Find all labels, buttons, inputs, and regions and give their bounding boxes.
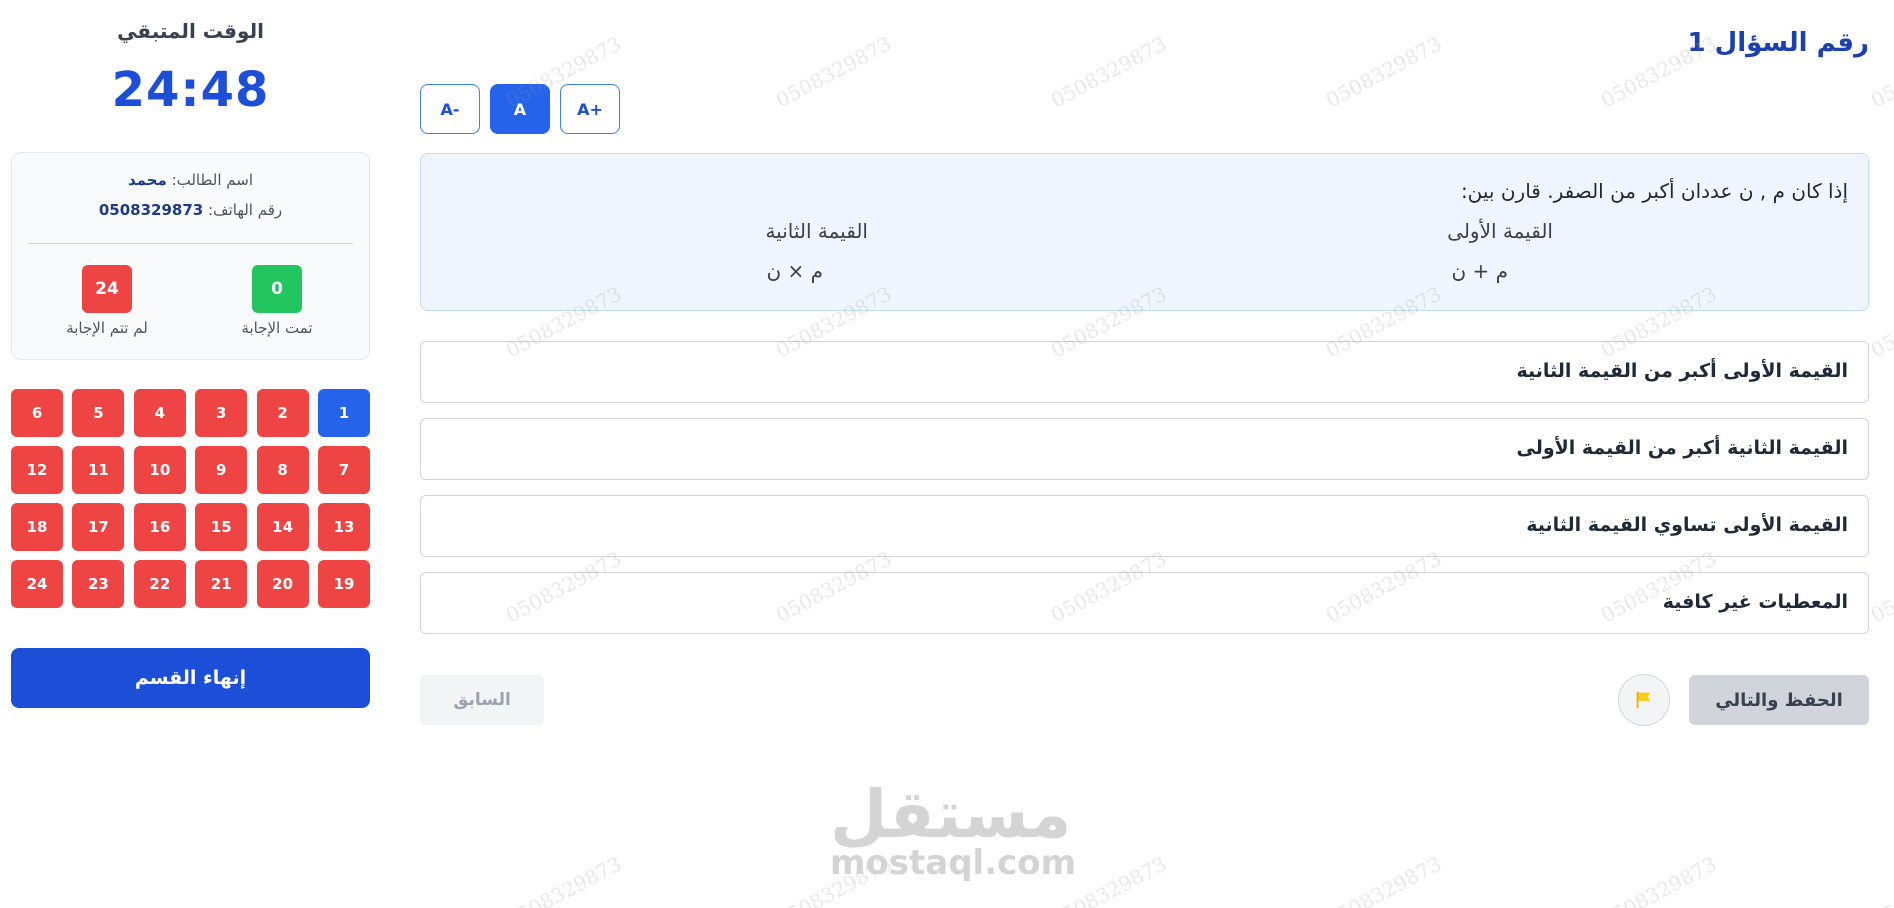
question-nav-button[interactable]: 3 [195,389,248,437]
answered-stat: 0 تمت الإجابة [207,265,347,337]
second-value-heading: القيمة الثانية [765,219,868,243]
flag-question-button[interactable] [1618,674,1670,726]
first-value-heading: القيمة الأولى [1447,219,1553,243]
question-nav-button[interactable]: 11 [72,446,125,494]
question-nav-button[interactable]: 13 [318,503,370,551]
watermark-text: 0508329873 [1321,851,1446,908]
unanswered-stat: 24 لم تتم الإجابة [37,265,177,337]
unanswered-label: لم تتم الإجابة [66,319,148,337]
answer-option-4[interactable]: المعطيات غير كافية [420,572,1869,634]
flag-icon [1636,691,1651,709]
question-nav-button[interactable]: 22 [133,560,186,608]
font-increase-button[interactable]: A+ [560,84,620,134]
watermark-text: 0508329873 [1866,31,1894,113]
countdown-timer: 24:48 [111,62,270,118]
question-nav-button[interactable]: 8 [256,446,309,494]
question-nav-button[interactable]: 15 [195,503,248,551]
watermark-text: 0508329873 [501,851,626,908]
watermark-text: 0508329873 [1866,851,1894,908]
student-name-value: محمد [127,171,167,189]
student-phone-line: رقم الهاتف: 0508329873 [12,201,369,219]
answer-option-2[interactable]: القيمة الثانية أكبر من القيمة الأولى [420,418,1869,480]
student-info-card: اسم الطالب: محمد رقم الهاتف: 0508329873 … [11,152,370,360]
question-nav-button[interactable]: 17 [72,503,125,551]
watermark-text: 0508329873 [771,31,896,113]
logo-latin-text: mostaql.com [830,843,1077,883]
question-nav-button[interactable]: 2 [256,389,309,437]
font-normal-button[interactable]: A [490,84,550,134]
unanswered-count-badge: 24 [82,265,132,313]
question-nav-button[interactable]: 23 [72,560,125,608]
question-nav-button[interactable]: 7 [318,446,370,494]
answer-option-3[interactable]: القيمة الأولى تساوي القيمة الثانية [420,495,1869,557]
question-nav-button[interactable]: 20 [256,560,309,608]
question-nav-button[interactable]: 19 [318,560,370,608]
student-phone-value: 0508329873 [98,201,204,219]
timer-title: الوقت المتبقي [117,19,264,43]
question-nav-button[interactable]: 21 [195,560,248,608]
answer-option-label: القيمة الأولى أكبر من القيمة الثانية [1516,360,1848,382]
question-nav-button[interactable]: 1 [318,389,370,437]
answer-option-label: القيمة الأولى تساوي القيمة الثانية [1526,514,1848,536]
question-nav-button[interactable]: 6 [11,389,64,437]
answer-option-label: المعطيات غير كافية [1662,591,1848,613]
question-nav-button[interactable]: 5 [72,389,125,437]
question-nav-button[interactable]: 4 [133,389,186,437]
info-divider [28,243,353,244]
question-text: إذا كان م , ن عددان أكبر من الصفر. قارن … [1460,179,1848,203]
question-number-title: رقم السؤال 1 [1687,28,1869,58]
watermark-text: 0508329873 [1866,546,1894,628]
student-phone-label: رقم الهاتف: [208,201,283,219]
first-value: م + ن [1451,259,1508,283]
logo-arabic-text: مستقل [830,776,1072,853]
question-nav-button[interactable]: 14 [256,503,309,551]
student-name-label: اسم الطالب: [171,171,254,189]
question-box: إذا كان م , ن عددان أكبر من الصفر. قارن … [420,153,1869,311]
question-nav-button[interactable]: 16 [133,503,186,551]
answered-count-badge: 0 [252,265,302,313]
question-nav-button[interactable]: 24 [11,560,64,608]
watermark-text: 0508329873 [1046,31,1171,113]
answer-option-label: القيمة الثانية أكبر من القيمة الأولى [1516,437,1848,459]
answered-label: تمت الإجابة [241,319,313,337]
font-decrease-button[interactable]: A- [420,84,480,134]
question-nav-button[interactable]: 9 [195,446,248,494]
mostaql-logo: مستقل mostaql.com [830,776,1077,883]
student-name-line: اسم الطالب: محمد [12,171,369,189]
second-value: م × ن [766,259,823,283]
watermark-text: 0508329873 [1866,281,1894,363]
watermark-text: 0508329873 [1596,851,1721,908]
previous-button[interactable]: السابق [420,675,544,725]
question-nav-button[interactable]: 12 [11,446,64,494]
answer-option-1[interactable]: القيمة الأولى أكبر من القيمة الثانية [420,341,1869,403]
question-navigator-grid: 1 2 3 4 5 6 7 8 9 10 11 12 13 14 15 16 17 18 19 20 21 22 23 24 [11,389,370,608]
end-section-button[interactable]: إنهاء القسم [11,648,370,708]
question-nav-button[interactable]: 18 [11,503,64,551]
question-nav-button[interactable]: 10 [133,446,186,494]
save-and-next-button[interactable]: الحفظ والتالي [1689,675,1869,725]
watermark-text: 0508329873 [1321,31,1446,113]
font-size-controls: A- A A+ [420,84,620,134]
